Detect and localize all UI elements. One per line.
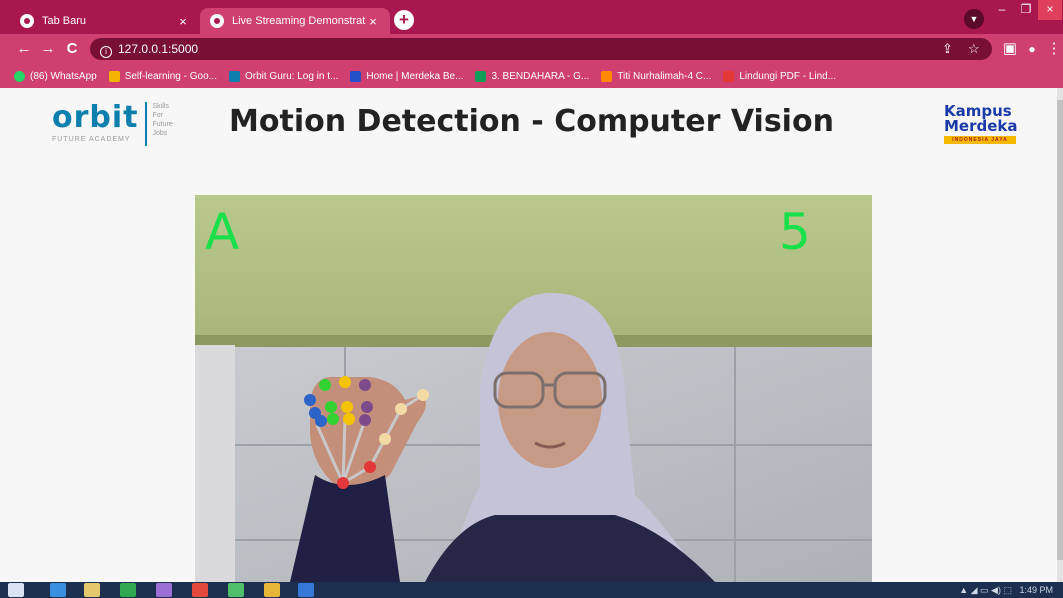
restore-button[interactable]: ❐ [1014, 0, 1038, 20]
drive-icon [475, 70, 487, 82]
video-stream: A 5 [195, 195, 872, 582]
address-bar[interactable]: i 127.0.0.1:5000 ⇪ ☆ [90, 38, 992, 60]
tray-icons[interactable]: ▲ ◢ ▭ ◀) ⬚ [959, 585, 1017, 595]
tab-title: Tab Baru [42, 15, 87, 27]
merdeka-icon [350, 70, 362, 82]
profile-avatar-icon[interactable]: ● [1022, 38, 1042, 60]
browser-toolbar: ← → C i 127.0.0.1:5000 ⇪ ☆ ▣ ● ⋮ [0, 34, 1063, 64]
bookmark-merdeka[interactable]: Home | Merdeka Be... [350, 70, 464, 82]
app-icon[interactable] [192, 583, 208, 597]
tab-live-streaming[interactable]: Live Streaming Demonstration × [200, 8, 390, 34]
detected-letter: A [205, 203, 240, 261]
chrome-icon [210, 14, 224, 28]
ie-icon[interactable] [50, 583, 66, 597]
bookmark-lindungi[interactable]: Lindungi PDF - Lind... [723, 70, 837, 82]
chrome-taskbar-icon[interactable] [264, 583, 280, 597]
vscode-taskbar-icon[interactable] [298, 583, 314, 597]
app-icon[interactable] [156, 583, 172, 597]
tab-tab-baru[interactable]: Tab Baru × [10, 8, 200, 34]
finger-count: 5 [779, 203, 811, 261]
bookmark-bendahara[interactable]: 3. BENDAHARA - G... [475, 70, 590, 82]
menu-kebab-icon[interactable]: ⋮ [1044, 38, 1063, 60]
bookmark-self-learning[interactable]: Self-learning - Goo... [108, 70, 217, 82]
kampus-band: INDONESIA JAYA [944, 136, 1016, 144]
kampus-merdeka-logo: Kampus Merdeka INDONESIA JAYA [944, 104, 1024, 144]
os-taskbar: ▲ ◢ ▭ ◀) ⬚ 1:49 PM [0, 582, 1063, 598]
tab-search-icon[interactable]: ▼ [964, 9, 984, 29]
merdeka-word: Merdeka [944, 117, 1018, 135]
close-icon[interactable]: × [366, 14, 380, 29]
minimize-button[interactable]: – [990, 0, 1014, 20]
bookmark-label: Lindungi PDF - Lind... [739, 70, 837, 82]
scrollbar-thumb[interactable] [1057, 100, 1063, 560]
bookmarks-bar: (86) WhatsApp Self-learning - Goo... Orb… [0, 64, 1063, 88]
bookmark-label: Orbit Guru: Log in t... [244, 70, 339, 82]
app-icon[interactable] [120, 583, 136, 597]
info-icon[interactable]: i [100, 46, 112, 58]
drive-icon [108, 70, 120, 82]
browser-tabstrip: Tab Baru × Live Streaming Demonstration … [0, 0, 1063, 34]
back-arrow-icon[interactable]: ← [14, 38, 34, 60]
share-icon[interactable]: ⇪ [942, 38, 953, 60]
whatsapp-icon [14, 70, 25, 82]
new-tab-button[interactable]: + [394, 10, 414, 30]
reload-icon[interactable]: C [62, 38, 82, 60]
star-icon[interactable]: ☆ [968, 38, 980, 60]
clock[interactable]: 1:49 PM [1019, 585, 1053, 595]
bookmark-titi[interactable]: Titi Nurhalimah-4 C... [601, 70, 712, 82]
close-icon[interactable]: × [176, 14, 190, 29]
chrome-icon [20, 14, 34, 28]
tab-title: Live Streaming Demonstration [232, 15, 366, 27]
bookmark-label: Home | Merdeka Be... [366, 70, 464, 82]
page-title: Motion Detection - Computer Vision [229, 104, 834, 139]
windows-start-icon[interactable] [8, 583, 24, 597]
page-content: orbit FUTURE ACADEMY Skills For Future J… [0, 88, 1063, 582]
bookmark-label: (86) WhatsApp [30, 70, 97, 82]
folder-icon[interactable] [84, 583, 100, 597]
forward-arrow-icon[interactable]: → [38, 38, 58, 60]
url-text: 127.0.0.1:5000 [118, 42, 199, 56]
app-icon[interactable] [228, 583, 244, 597]
orbit-icon [228, 70, 240, 82]
bookmark-whatsapp[interactable]: (86) WhatsApp [14, 70, 97, 82]
infinity-icon [601, 70, 613, 82]
close-window-button[interactable]: × [1038, 0, 1062, 20]
left-pillar [195, 345, 235, 582]
camera-frame [195, 195, 872, 582]
bookmark-label: Self-learning - Goo... [124, 70, 217, 82]
sidebar-icon[interactable]: ▣ [1000, 38, 1020, 60]
bookmark-orbit-guru[interactable]: Orbit Guru: Log in t... [228, 70, 339, 82]
pdf-icon [723, 70, 735, 82]
system-tray: ▲ ◢ ▭ ◀) ⬚ 1:49 PM [959, 582, 1053, 598]
bookmark-label: Titi Nurhalimah-4 C... [617, 70, 712, 82]
bookmark-label: 3. BENDAHARA - G... [491, 70, 590, 82]
